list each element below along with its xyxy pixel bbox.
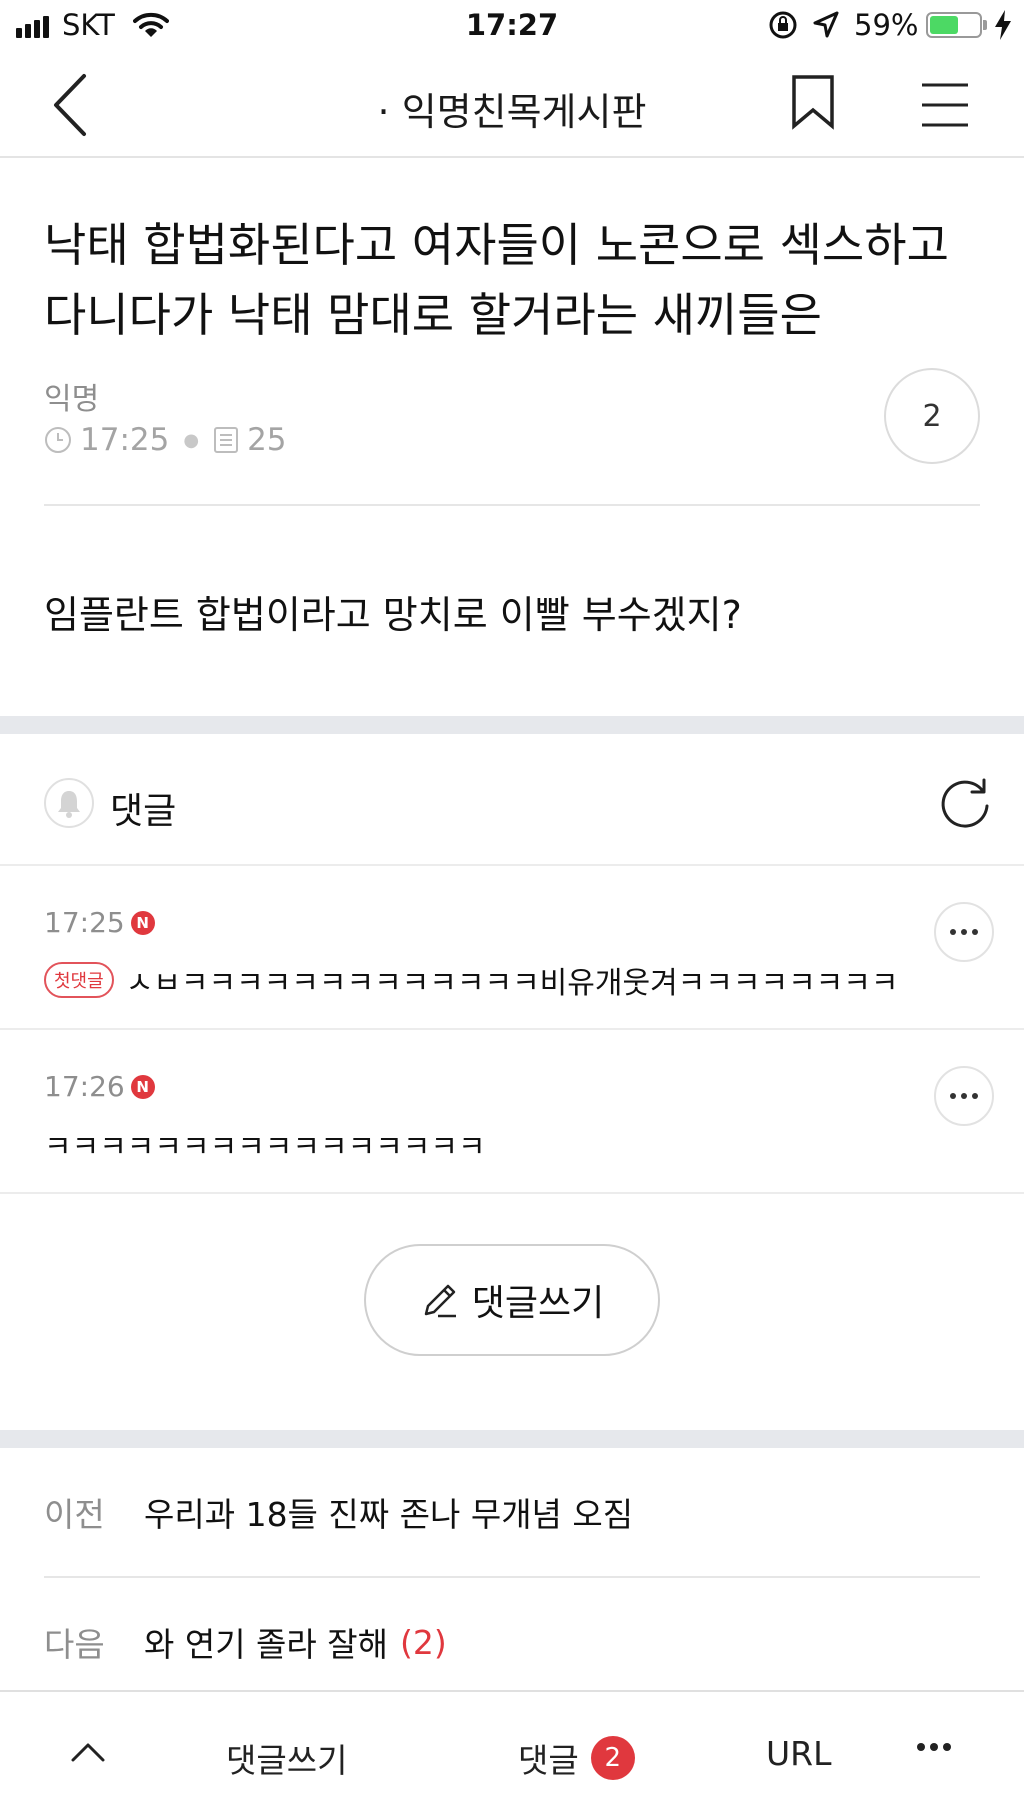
comment-time: 17:26 xyxy=(44,1070,125,1103)
battery-cap xyxy=(983,20,987,30)
nav-bar: · 익명친목게시판 xyxy=(0,52,1024,158)
comments-header: 댓글 xyxy=(0,736,1024,866)
ellipsis-icon xyxy=(950,929,978,935)
comment-text: ㅋㅋㅋㅋㅋㅋㅋㅋㅋㅋㅋㅋㅋㅋㅋㅋ xyxy=(44,1130,486,1165)
toolbar-comments[interactable]: 댓글 2 xyxy=(518,1734,635,1782)
post-views: 25 xyxy=(247,422,287,458)
post-author: 익명 xyxy=(44,382,100,417)
next-post-link[interactable]: 다음 와 연기 졸라 잘해 (2) xyxy=(44,1578,980,1706)
more-icon[interactable] xyxy=(916,1742,952,1752)
comment-item: 17:25 N 첫댓글 ㅅㅂㅋㅋㅋㅋㅋㅋㅋㅋㅋㅋㅋㅋㅋ비유개웃겨ㅋㅋㅋㅋㅋㅋㅋㅋ xyxy=(0,866,1024,1030)
comment-text: ㅅㅂㅋㅋㅋㅋㅋㅋㅋㅋㅋㅋㅋㅋㅋ비유개웃겨ㅋㅋㅋㅋㅋㅋㅋㅋ xyxy=(125,966,899,1001)
charging-bolt-icon xyxy=(995,10,1011,40)
toolbar-comments-label: 댓글 xyxy=(518,1741,579,1780)
write-comment-label: 댓글쓰기 xyxy=(471,1283,605,1324)
new-badge: N xyxy=(130,910,155,935)
pencil-icon xyxy=(424,1284,456,1318)
comment-item: 17:26 N ㅋㅋㅋㅋㅋㅋㅋㅋㅋㅋㅋㅋㅋㅋㅋㅋ xyxy=(0,1030,1024,1194)
hamburger-menu-icon[interactable] xyxy=(920,82,970,128)
next-comment-count: (2) xyxy=(400,1622,447,1662)
divider xyxy=(44,504,980,506)
prev-label: 이전 xyxy=(44,1495,105,1534)
post-meta: 17:25 ● 25 xyxy=(44,422,287,458)
toolbar-write-comment[interactable]: 댓글쓰기 xyxy=(226,1734,347,1782)
battery-percent: 59% xyxy=(854,8,919,42)
prev-title: 우리과 18들 진짜 존나 무개념 오짐 xyxy=(144,1495,634,1534)
status-bar: SKT 17:27 59% xyxy=(0,0,1024,52)
post-title: 낙태 합법화된다고 여자들이 노콘으로 섹스하고 다니다가 낙태 맘대로 할거라… xyxy=(44,218,949,342)
section-separator xyxy=(0,1430,1024,1448)
comment-count-button[interactable]: 2 xyxy=(884,368,980,464)
clock-icon xyxy=(45,427,71,453)
toolbar-comments-badge: 2 xyxy=(590,1736,635,1780)
rotation-lock-icon xyxy=(769,11,797,39)
section-separator xyxy=(0,716,1024,734)
post-body: 임플란트 합법이라고 망치로 이빨 부수겠지? xyxy=(44,593,742,637)
bookmark-icon[interactable] xyxy=(790,74,836,130)
new-badge: N xyxy=(130,1074,155,1099)
comment-more-button[interactable] xyxy=(934,902,994,962)
next-title: 와 연기 졸라 잘해 xyxy=(144,1625,388,1664)
prev-post-link[interactable]: 이전 우리과 18들 진짜 존나 무개념 오짐 xyxy=(44,1448,980,1576)
bell-icon[interactable] xyxy=(44,778,94,828)
refresh-icon[interactable] xyxy=(938,776,992,830)
bottom-toolbar: 댓글쓰기 댓글 2 URL xyxy=(0,1690,1024,1820)
ellipsis-icon xyxy=(950,1093,978,1099)
toolbar-url[interactable]: URL xyxy=(766,1734,831,1773)
board-title: · 익명친목게시판 xyxy=(377,90,647,134)
post-time: 17:25 xyxy=(80,422,170,458)
views-icon xyxy=(214,427,239,453)
chevron-up-icon[interactable] xyxy=(68,1732,108,1772)
comment-time: 17:25 xyxy=(44,906,125,939)
first-comment-badge: 첫댓글 xyxy=(44,962,114,998)
write-comment-button[interactable]: 댓글쓰기 xyxy=(364,1244,660,1356)
battery-icon xyxy=(926,12,982,38)
comments-label: 댓글 xyxy=(110,791,177,832)
next-label: 다음 xyxy=(44,1625,105,1664)
meta-separator: ● xyxy=(183,429,200,451)
location-arrow-icon xyxy=(813,11,839,38)
comment-more-button[interactable] xyxy=(934,1066,994,1126)
